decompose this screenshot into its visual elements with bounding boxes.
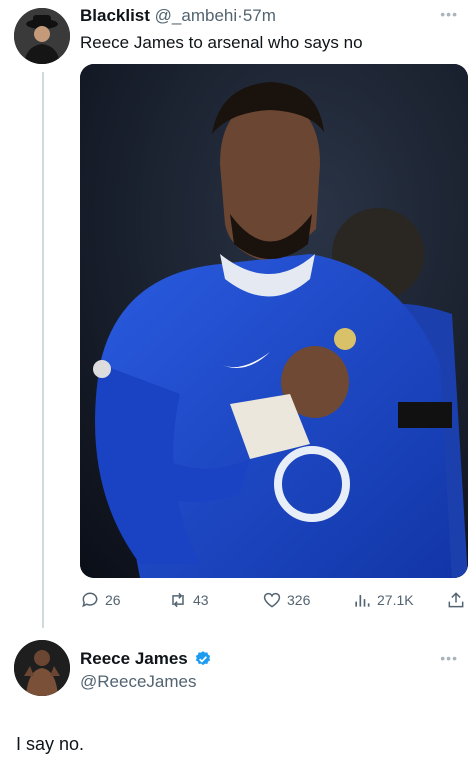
reply-author-handle[interactable]: @ReeceJames xyxy=(80,672,196,692)
author-name[interactable]: Blacklist xyxy=(80,6,150,25)
reply-header: Reece James xyxy=(80,649,212,669)
share-icon xyxy=(448,592,464,608)
tweet-time[interactable]: 57m xyxy=(243,6,276,25)
avatar-image xyxy=(14,8,70,64)
tweet-actions: 26 43 326 27.1K xyxy=(80,590,470,614)
retweet-count: 43 xyxy=(193,592,209,608)
speech-bubble-icon xyxy=(82,592,98,608)
like-count: 326 xyxy=(287,592,311,608)
retweet-icon xyxy=(172,592,184,608)
more-dots-icon[interactable]: ••• xyxy=(440,6,458,22)
reply-text: I say no. xyxy=(16,734,85,754)
player-photo-image xyxy=(80,64,468,578)
verified-badge-icon xyxy=(195,651,210,666)
views-button[interactable]: 27.1K xyxy=(352,590,414,610)
tweet-text: Reece James to arsenal who says no xyxy=(80,33,363,52)
thread-connector-line xyxy=(42,72,44,628)
avatar[interactable] xyxy=(14,8,70,64)
reply-avatar[interactable] xyxy=(14,640,70,696)
tweet-photo[interactable] xyxy=(80,64,468,578)
reply-author-name[interactable]: Reece James xyxy=(80,649,188,669)
tweet-header: Blacklist @_ambehi·57m xyxy=(80,6,276,26)
share-button[interactable] xyxy=(446,590,466,610)
like-button[interactable]: 326 xyxy=(262,590,310,610)
avatar-image xyxy=(14,640,70,696)
retweet-button[interactable]: 43 xyxy=(168,590,209,610)
reply-count: 26 xyxy=(105,592,121,608)
more-dots-icon[interactable]: ••• xyxy=(440,650,458,666)
author-handle[interactable]: @_ambehi xyxy=(155,6,237,25)
heart-icon xyxy=(263,592,281,608)
view-count: 27.1K xyxy=(377,592,414,608)
bar-chart-icon xyxy=(355,595,370,607)
reply-button[interactable]: 26 xyxy=(80,590,121,610)
